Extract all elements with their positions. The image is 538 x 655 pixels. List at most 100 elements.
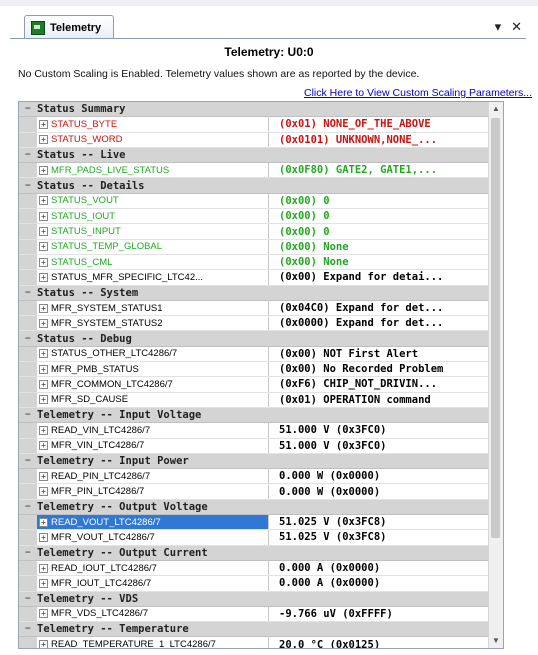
property-name-cell[interactable]: + MFR_PADS_LIVE_STATUS [37,163,269,178]
expand-icon[interactable]: + [39,517,48,527]
expand-icon[interactable]: + [39,227,48,237]
collapse-icon[interactable]: − [19,150,37,160]
expand-icon[interactable]: + [39,135,48,145]
property-name-cell[interactable]: + MFR_PIN_LTC4286/7 [37,484,269,499]
expand-icon[interactable]: + [39,471,48,481]
property-row[interactable]: + MFR_PMB_STATUS (0x00) No Recorded Proble… [19,362,489,378]
property-row[interactable]: + STATUS_OTHER_LTC4286/7 (0x00) NOT First … [19,346,489,363]
category-row[interactable]: − Status -- Details [19,178,489,194]
collapse-icon[interactable]: − [19,548,37,558]
property-name-cell[interactable]: + MFR_COMMON_LTC4286/7 [37,377,269,392]
property-name-cell[interactable]: + READ_VIN_LTC4286/7 [37,423,269,438]
property-name-cell[interactable]: + STATUS_WORD [37,132,269,147]
property-row[interactable]: + STATUS_IOUT (0x00) 0 [19,209,489,225]
scroll-down-arrow-icon[interactable]: ▼ [489,634,503,648]
property-name-cell[interactable]: + READ_IOUT_LTC4286/7 [37,560,269,576]
expand-icon[interactable]: + [39,379,48,389]
property-row[interactable]: + MFR_SYSTEM_STATUS2 (0x0000) Expand for d… [19,316,489,332]
property-row[interactable]: + STATUS_VOUT (0x00) 0 [19,193,489,210]
category-row[interactable]: − Telemetry -- Input Power [19,453,489,470]
expand-icon[interactable]: + [39,487,48,497]
category-row[interactable]: − Telemetry -- Output Voltage [19,499,489,516]
expand-icon[interactable]: + [39,441,48,451]
property-name-cell[interactable]: + MFR_IOUT_LTC4286/7 [37,576,269,591]
category-row[interactable]: − Telemetry -- Temperature [19,622,489,638]
property-row[interactable]: + STATUS_BYTE (0x01) NONE_OF_THE_ABOVE [19,117,489,133]
category-row[interactable]: − Status Summary [19,102,489,118]
collapse-icon[interactable]: − [19,456,37,466]
tab-telemetry[interactable]: Telemetry [24,15,114,39]
property-row[interactable]: + STATUS_MFR_SPECIFIC_LTC42... (0x00) Expa… [19,270,489,286]
expand-icon[interactable]: + [39,364,48,374]
property-name-cell[interactable]: + STATUS_INPUT [37,224,269,239]
expand-icon[interactable]: + [39,395,48,405]
property-row[interactable]: + READ_PIN_LTC4286/7 0.000 W (0x0000) [19,469,489,485]
expand-icon[interactable]: + [39,119,48,129]
category-row[interactable]: − Telemetry -- Output Current [19,545,489,561]
property-name-cell[interactable]: + MFR_VIN_LTC4286/7 [37,438,269,453]
collapse-icon[interactable]: − [19,410,37,420]
collapse-icon[interactable]: − [19,624,37,634]
expand-icon[interactable]: + [39,242,48,252]
dropdown-arrow-icon[interactable]: ▾ [495,19,502,35]
collapse-icon[interactable]: − [19,288,37,298]
expand-icon[interactable]: + [39,640,48,648]
expand-icon[interactable]: + [39,257,48,267]
custom-scaling-link[interactable]: Click Here to View Custom Scaling Parame… [304,87,532,99]
property-name-cell[interactable]: + STATUS_CML [37,254,269,270]
property-row[interactable]: + MFR_VDS_LTC4286/7 -9.766 uV (0xFFFF) [19,606,489,623]
property-name-cell[interactable]: + STATUS_OTHER_LTC4286/7 [37,346,269,362]
property-row[interactable]: + STATUS_CML (0x00) None [19,254,489,271]
expand-icon[interactable]: + [39,303,48,313]
scroll-up-arrow-icon[interactable]: ▲ [489,102,503,116]
vertical-scrollbar[interactable]: ▲ ▼ [488,102,503,648]
property-name-cell[interactable]: + READ_PIN_LTC4286/7 [37,469,269,484]
property-row[interactable]: + MFR_PADS_LIVE_STATUS (0x0F80) GATE2, GAT… [19,163,489,179]
property-name-cell[interactable]: + MFR_SD_CAUSE [37,392,269,407]
expand-icon[interactable]: + [39,165,48,175]
property-row[interactable]: + MFR_SYSTEM_STATUS1 (0x04C0) Expand for d… [19,300,489,317]
property-row[interactable]: + STATUS_TEMP_GLOBAL (0x00) None [19,239,489,255]
category-row[interactable]: − Status -- Debug [19,331,489,347]
collapse-icon[interactable]: − [19,334,37,344]
property-row[interactable]: + MFR_VOUT_LTC4286/7 51.025 V (0x3FC8) [19,530,489,546]
expand-icon[interactable]: + [39,196,48,206]
property-name-cell[interactable]: + MFR_VOUT_LTC4286/7 [37,530,269,545]
property-row[interactable]: + STATUS_INPUT (0x00) 0 [19,224,489,240]
property-row[interactable]: + STATUS_WORD (0x0101) UNKNOWN,NONE_... [19,132,489,148]
expand-icon[interactable]: + [39,578,48,588]
property-row[interactable]: + MFR_COMMON_LTC4286/7 (0xF6) CHIP_NOT_DRI… [19,377,489,393]
collapse-icon[interactable]: − [19,502,37,512]
expand-icon[interactable]: + [39,318,48,328]
category-row[interactable]: − Telemetry -- VDS [19,591,489,607]
property-row[interactable]: + MFR_VIN_LTC4286/7 51.000 V (0x3FC0) [19,438,489,454]
property-name-cell[interactable]: + MFR_SYSTEM_STATUS1 [37,300,269,316]
expand-icon[interactable]: + [39,425,48,435]
property-row[interactable]: + MFR_SD_CAUSE (0x01) OPERATION command [19,392,489,408]
property-row[interactable]: + READ_VIN_LTC4286/7 51.000 V (0x3FC0) [19,423,489,439]
collapse-icon[interactable]: − [19,104,37,114]
property-row[interactable]: + MFR_PIN_LTC4286/7 0.000 W (0x0000) [19,484,489,500]
expand-icon[interactable]: + [39,272,48,282]
property-name-cell[interactable]: + MFR_PMB_STATUS [37,362,269,377]
expand-icon[interactable]: + [39,349,48,359]
expand-icon[interactable]: + [39,211,48,221]
property-name-cell[interactable]: + READ_TEMPERATURE_1_LTC4286/7 [37,637,269,648]
expand-icon[interactable]: + [39,563,48,573]
collapse-icon[interactable]: − [19,181,37,191]
property-row[interactable]: + READ_TEMPERATURE_1_LTC4286/7 20.0 °C (0x… [19,637,489,648]
scroll-thumb[interactable] [491,118,500,538]
property-row[interactable]: + READ_IOUT_LTC4286/7 0.000 A (0x0000) [19,560,489,577]
property-row[interactable]: + MFR_IOUT_LTC4286/7 0.000 A (0x0000) [19,576,489,592]
category-row[interactable]: − Status -- Live [19,147,489,164]
close-icon[interactable]: ✕ [511,19,522,35]
category-row[interactable]: − Status -- System [19,285,489,301]
property-name-cell[interactable]: + STATUS_MFR_SPECIFIC_LTC42... [37,270,269,285]
property-name-cell[interactable]: + MFR_SYSTEM_STATUS2 [37,316,269,331]
expand-icon[interactable]: + [39,609,48,619]
property-name-cell[interactable]: + STATUS_IOUT [37,209,269,224]
expand-icon[interactable]: + [39,532,48,542]
property-name-cell[interactable]: + READ_VOUT_LTC4286/7 [37,515,269,530]
category-row[interactable]: − Telemetry -- Input Voltage [19,407,489,424]
property-name-cell[interactable]: + STATUS_VOUT [37,193,269,209]
